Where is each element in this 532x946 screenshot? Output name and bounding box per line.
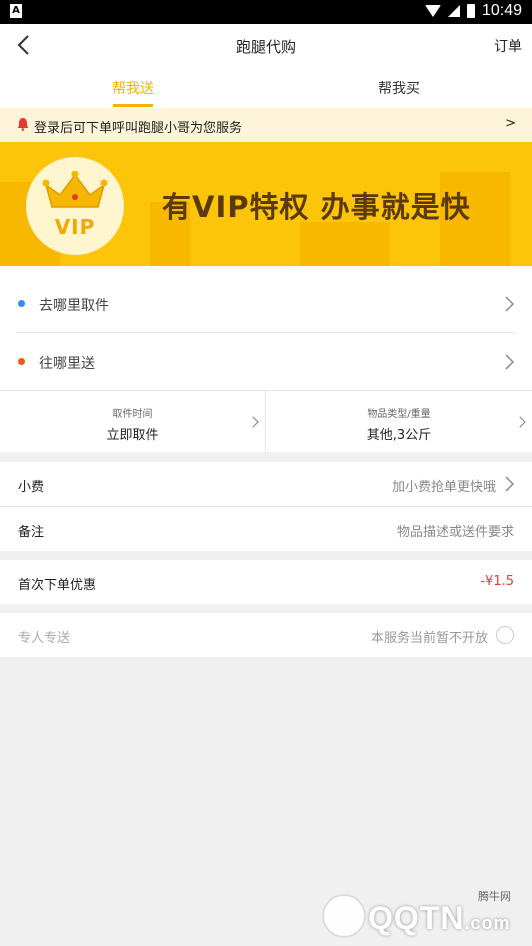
chevron-right-icon: [519, 416, 526, 428]
status-time: 10:49: [481, 2, 522, 19]
pickup-dot-icon: [18, 300, 25, 307]
pickup-time-label: 取件时间: [112, 409, 153, 420]
remark-label: 备注: [18, 525, 45, 540]
watermark-logo-icon: [322, 894, 366, 938]
chevron-right-icon: [505, 296, 514, 312]
pickup-time-value: 立即取件: [106, 428, 159, 443]
vip-badge-text: VIP: [54, 215, 96, 239]
status-bar: A 10:49: [0, 0, 532, 24]
battery-icon: [466, 4, 475, 18]
tip-value: 加小费抢单更快哦: [391, 480, 496, 495]
tip-remark-section: 小费 加小费抢单更快哦 备注 物品描述或送件要求: [0, 462, 532, 551]
chevron-right-icon: [252, 416, 259, 428]
pickup-address-row[interactable]: 去哪里取件: [0, 274, 532, 332]
signal-icon: [447, 5, 460, 17]
page-title: 跑腿代购: [235, 38, 296, 56]
pickup-time-selector[interactable]: 取件时间 立即取件: [0, 391, 266, 453]
wifi-icon: [424, 5, 441, 17]
item-type-selector[interactable]: 物品类型/重量 其他,3公斤: [266, 391, 532, 453]
first-order-label: 首次下单优惠: [18, 578, 97, 593]
tip-row[interactable]: 小费 加小费抢单更快哦: [0, 462, 532, 506]
first-order-discount: -¥1.5: [480, 574, 514, 589]
pickup-address-label: 去哪里取件: [39, 298, 109, 314]
nav-bar: 跑腿代购 订单: [0, 24, 532, 68]
bell-icon: [17, 118, 29, 131]
dropoff-dot-icon: [18, 358, 25, 365]
first-order-row: 首次下单优惠 -¥1.5: [0, 560, 532, 604]
tab-help-send[interactable]: 帮我送: [0, 78, 266, 98]
dropoff-address-label: 往哪里送: [39, 356, 95, 372]
dedicated-section: 专人专送 本服务当前暂不开放: [0, 613, 532, 657]
item-type-label: 物品类型/重量: [367, 409, 431, 420]
watermark-site: 腾牛网: [478, 890, 511, 903]
orders-link[interactable]: 订单: [494, 36, 522, 56]
notification-icon: A: [10, 4, 22, 18]
remark-placeholder: 物品描述或送件要求: [396, 525, 514, 540]
dedicated-row: 专人专送 本服务当前暂不开放: [0, 613, 532, 657]
active-tab-indicator: [113, 104, 153, 107]
watermark-text: QQTN.com: [368, 900, 511, 936]
crown-icon: [42, 171, 108, 208]
vip-banner[interactable]: VIP 有VIP特权 办事就是快: [0, 142, 532, 266]
dedicated-radio[interactable]: [496, 626, 514, 644]
remark-row[interactable]: 备注 物品描述或送件要求: [0, 507, 532, 551]
address-card: 去哪里取件 往哪里送: [0, 266, 532, 390]
login-notice-bar[interactable]: 登录后可下单呼叫跑腿小哥为您服务 >: [0, 108, 532, 142]
tab-bar: 帮我送 帮我买: [0, 68, 532, 108]
item-type-value: 其他,3公斤: [366, 428, 432, 443]
banner-building-decor: [300, 222, 390, 266]
dropoff-address-row[interactable]: 往哪里送: [0, 332, 532, 390]
watermark: QQTN.com 腾牛网: [322, 888, 528, 940]
dedicated-status: 本服务当前暂不开放: [370, 631, 488, 646]
notice-arrow-icon: >: [505, 116, 516, 131]
notice-text: 登录后可下单呼叫跑腿小哥为您服务: [34, 121, 243, 136]
dedicated-label: 专人专送: [18, 631, 71, 646]
tip-label: 小费: [18, 480, 45, 495]
vip-badge: VIP: [26, 157, 124, 255]
chevron-right-icon: [505, 476, 514, 492]
chevron-right-icon: [505, 354, 514, 370]
tab-help-buy[interactable]: 帮我买: [266, 78, 532, 98]
banner-slogan: 有VIP特权 办事就是快: [162, 190, 471, 224]
first-order-section: 首次下单优惠 -¥1.5: [0, 560, 532, 604]
time-type-card: 取件时间 立即取件 物品类型/重量 其他,3公斤: [0, 390, 532, 453]
